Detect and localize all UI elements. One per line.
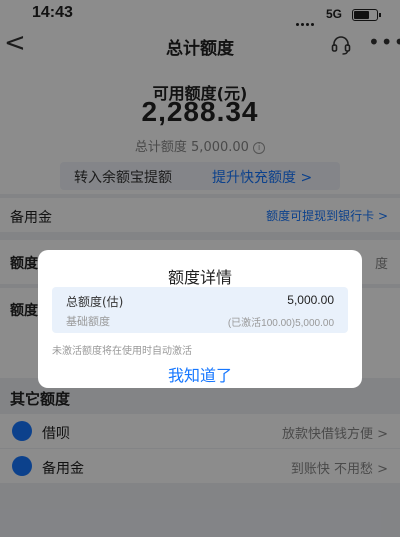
confirm-button[interactable]: 我知道了 [38, 362, 362, 386]
total-estimate-label: 总额度(估) [66, 295, 124, 309]
base-limit-label: 基础额度 [66, 315, 110, 328]
limit-detail-box: 总额度(估) 5,000.00 基础额度 (已激活100.00)5,000.00 [52, 287, 348, 333]
dialog-title: 额度详情 [167, 268, 232, 287]
total-estimate-value: 5,000.00 [287, 293, 334, 307]
base-limit-value: (已激活100.00)5,000.00 [227, 318, 334, 329]
activation-note: 未激活额度将在使用时自动激活 [52, 346, 192, 357]
limit-detail-dialog: 额度详情 总额度(估) 5,000.00 基础额度 (已激活100.00)5,0… [38, 250, 362, 388]
